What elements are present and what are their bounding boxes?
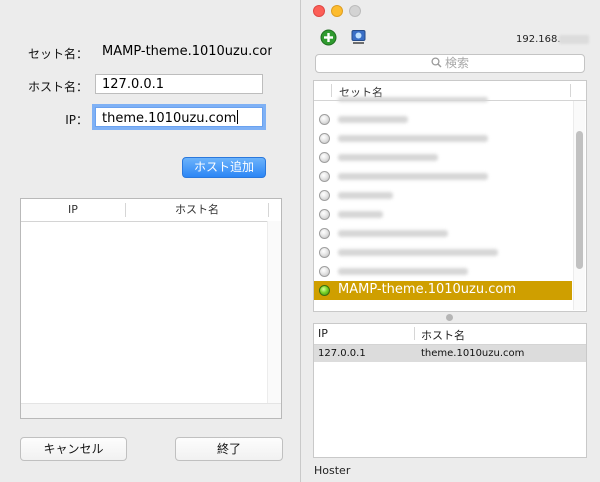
- add-set-button[interactable]: [320, 29, 337, 46]
- close-light-icon[interactable]: [313, 5, 325, 17]
- edit-set-sheet: セット名： MAMP-theme.1010uzu.com ホスト名： 127.0…: [0, 0, 301, 482]
- redacted-set-name: [338, 154, 438, 161]
- selected-set-name: MAMP-theme.1010uzu.com: [338, 282, 516, 297]
- row-ip: 127.0.0.1: [318, 348, 366, 359]
- redacted-set-name: [338, 268, 468, 275]
- redacted-set-name: [338, 116, 408, 123]
- column-divider: [414, 327, 415, 340]
- set-row[interactable]: [314, 224, 572, 243]
- set-row[interactable]: [314, 243, 572, 262]
- host-table[interactable]: IP ホスト名: [20, 198, 282, 419]
- host-name-label: ホスト名：: [27, 80, 88, 94]
- cancel-button[interactable]: キャンセル: [20, 437, 127, 461]
- column-divider: [268, 203, 269, 217]
- minimize-light-icon[interactable]: [331, 5, 343, 17]
- zoom-light-icon[interactable]: [349, 5, 361, 17]
- search-placeholder: 検索: [444, 56, 469, 70]
- search-icon: [431, 57, 442, 68]
- host-name-row: ホスト名： 127.0.0.1: [0, 74, 300, 100]
- network-button[interactable]: [350, 29, 367, 46]
- set-row[interactable]: [314, 110, 572, 129]
- text-caret: [237, 110, 239, 124]
- set-list[interactable]: セット名 MAMP-theme.1010uzu.com: [313, 80, 587, 312]
- vertical-scrollbar[interactable]: [573, 101, 585, 310]
- column-header-ip[interactable]: IP: [21, 199, 125, 221]
- host-detail-table[interactable]: IP ホスト名 127.0.0.1 theme.1010uzu.com: [313, 323, 587, 458]
- set-toggle-icon[interactable]: [319, 152, 330, 163]
- redacted-set-name: [338, 97, 488, 102]
- vertical-scrollbar[interactable]: [267, 221, 281, 404]
- add-host-button[interactable]: ホスト追加: [182, 157, 266, 178]
- set-toggle-icon[interactable]: [319, 228, 330, 239]
- set-name-label: セット名：: [27, 47, 88, 61]
- set-row[interactable]: [314, 129, 572, 148]
- redacted-set-name: [338, 249, 498, 256]
- split-view-handle[interactable]: [446, 314, 453, 321]
- set-toggle-icon[interactable]: [319, 190, 330, 201]
- set-row[interactable]: [314, 262, 572, 281]
- hoster-window: 192.168. 検索 セット名 MAMP-theme.1010uzu.com: [307, 0, 600, 482]
- plus-circle-icon: [320, 29, 337, 46]
- redacted-set-name: [338, 192, 393, 199]
- host-table-header: IP ホスト名: [21, 199, 281, 222]
- scrollbar-thumb[interactable]: [576, 131, 583, 269]
- set-toggle-icon[interactable]: [319, 133, 330, 144]
- set-name-field[interactable]: MAMP-theme.1010uzu.com: [95, 41, 273, 61]
- set-active-icon[interactable]: [319, 285, 330, 296]
- column-header-ip[interactable]: IP: [318, 327, 328, 340]
- row-host-name: theme.1010uzu.com: [421, 348, 525, 359]
- set-toggle-icon[interactable]: [319, 171, 330, 182]
- column-header-host-name[interactable]: ホスト名: [421, 327, 465, 343]
- horizontal-scrollbar[interactable]: [21, 403, 281, 418]
- ip-row: IP： theme.1010uzu.com: [0, 107, 300, 133]
- status-bar-text: Hoster: [314, 464, 351, 477]
- host-name-field[interactable]: 127.0.0.1: [95, 74, 263, 94]
- detail-table-header: IP ホスト名: [314, 324, 586, 345]
- table-row[interactable]: 127.0.0.1 theme.1010uzu.com: [314, 345, 586, 362]
- set-toggle-icon[interactable]: [319, 209, 330, 220]
- ip-field-text: theme.1010uzu.com: [102, 111, 237, 126]
- redacted-set-name: [338, 211, 383, 218]
- ip-field[interactable]: theme.1010uzu.com: [95, 107, 263, 127]
- ip-address-readout: 192.168.: [516, 34, 561, 45]
- network-icon: [351, 30, 366, 44]
- set-row[interactable]: [314, 186, 572, 205]
- ip-label: IP：: [65, 113, 88, 127]
- set-toggle-icon[interactable]: [319, 247, 330, 258]
- done-button[interactable]: 終了: [175, 437, 283, 461]
- set-toggle-icon[interactable]: [319, 266, 330, 277]
- set-row[interactable]: [314, 148, 572, 167]
- redacted-set-name: [338, 230, 448, 237]
- set-row[interactable]: [314, 205, 572, 224]
- search-input[interactable]: 検索: [315, 54, 585, 73]
- set-row-selected[interactable]: MAMP-theme.1010uzu.com: [314, 281, 572, 300]
- ip-address-redacted: [559, 35, 589, 44]
- set-row[interactable]: [314, 167, 572, 186]
- redacted-set-name: [338, 135, 488, 142]
- set-name-row: セット名： MAMP-theme.1010uzu.com: [0, 41, 300, 67]
- redacted-set-name: [338, 173, 488, 180]
- set-toggle-icon[interactable]: [319, 114, 330, 125]
- column-header-host-name[interactable]: ホスト名: [126, 199, 268, 221]
